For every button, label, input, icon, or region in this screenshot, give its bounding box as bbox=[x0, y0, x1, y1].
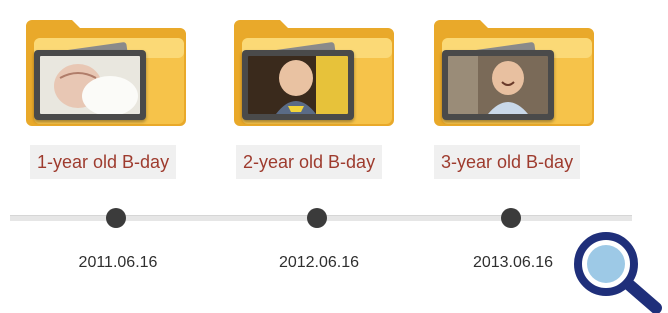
timeline-date: 2012.06.16 bbox=[278, 254, 360, 271]
album-3[interactable]: 3-year old B-day bbox=[432, 0, 612, 190]
toddler-photo bbox=[248, 56, 348, 114]
timeline-marker-2012[interactable] bbox=[307, 208, 327, 228]
album-2[interactable]: 2-year old B-day bbox=[232, 0, 412, 190]
timeline-date: 2013.06.16 bbox=[472, 254, 554, 271]
album-label[interactable]: 2-year old B-day bbox=[236, 145, 383, 179]
timeline-date: 2011.06.16 bbox=[78, 254, 158, 271]
timeline-marker-2013[interactable] bbox=[501, 208, 521, 228]
album-label[interactable]: 1-year old B-day bbox=[30, 145, 177, 179]
album-label[interactable]: 3-year old B-day bbox=[434, 145, 581, 179]
album-photo-frame bbox=[34, 50, 146, 120]
album-photo-frame bbox=[242, 50, 354, 120]
baby-photo bbox=[40, 56, 140, 116]
album-1[interactable]: 1-year old B-day bbox=[24, 0, 204, 190]
magnifier-icon[interactable] bbox=[572, 230, 666, 313]
timeline-marker-2011[interactable] bbox=[106, 208, 126, 228]
album-photo-frame bbox=[442, 50, 554, 120]
child-laughing-photo bbox=[448, 56, 548, 114]
